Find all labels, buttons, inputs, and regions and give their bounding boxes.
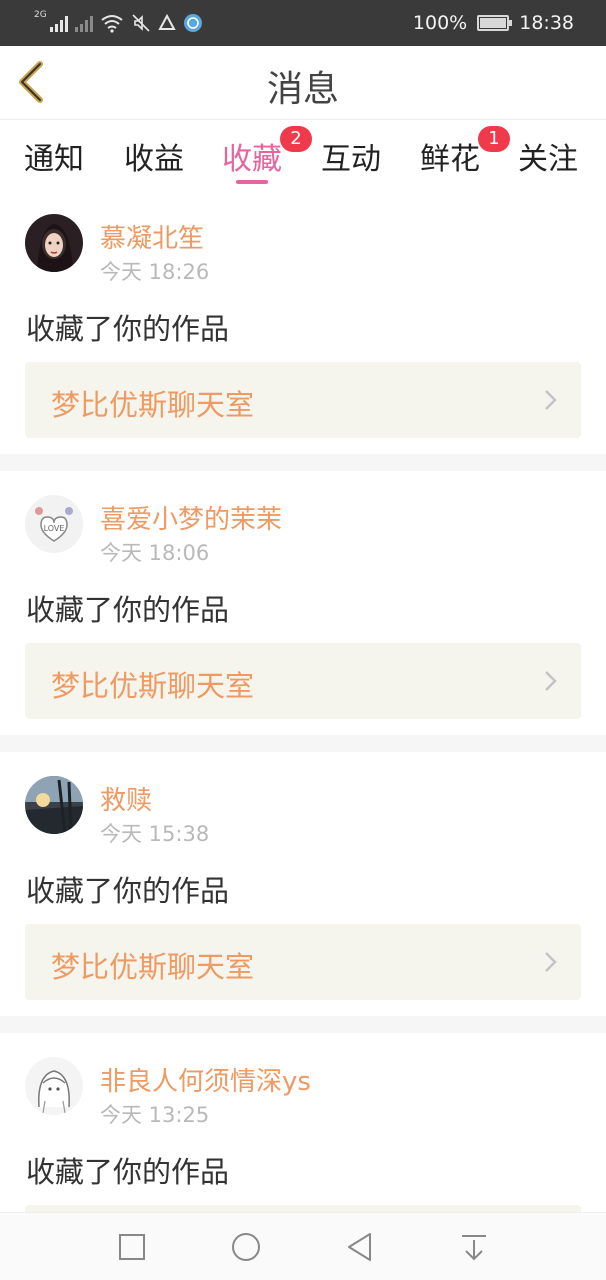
work-link[interactable]: 梦比优斯聊天室 — [25, 643, 581, 719]
recent-apps-square-icon — [119, 1234, 145, 1260]
wifi-icon — [101, 15, 123, 33]
alert-icon — [158, 14, 176, 30]
tab-follows[interactable]: 关注 — [518, 134, 578, 178]
action-text: 收藏了你的作品 — [26, 593, 230, 627]
chevron-right-icon — [545, 671, 557, 691]
tab-interactions[interactable]: 互动 — [321, 134, 381, 178]
timestamp: 今天 15:38 — [100, 822, 210, 846]
tab-favorites[interactable]: 收藏 2 — [222, 126, 312, 184]
avatar[interactable] — [25, 776, 83, 834]
tab-bar: 通知 收益 收藏 2 互动 鲜花 1 关注 — [0, 120, 606, 190]
recent-apps-button[interactable] — [112, 1227, 152, 1267]
timestamp: 今天 18:06 — [100, 541, 210, 565]
app-header: 消息 — [0, 46, 606, 120]
tab-label: 互动 — [321, 142, 381, 177]
work-title: 梦比优斯聊天室 — [51, 669, 255, 703]
tab-flowers[interactable]: 鲜花 1 — [420, 126, 510, 178]
notification-pull-down-icon — [462, 1235, 486, 1261]
username[interactable]: 非良人何须情深ys — [100, 1061, 311, 1098]
avatar[interactable] — [25, 214, 83, 272]
list-item: LOVE 喜爱小梦的茉茉 今天 18:06 收藏了你的作品 梦比优斯聊天室 — [0, 471, 606, 735]
timestamp: 今天 18:26 — [100, 260, 210, 284]
action-text: 收藏了你的作品 — [26, 312, 230, 346]
status-right: 100% 18:38 — [413, 10, 574, 36]
message-list: 慕凝北笙 今天 18:26 收藏了你的作品 梦比优斯聊天室 LOVE 喜爱小梦的… — [0, 190, 606, 1280]
list-item: 慕凝北笙 今天 18:26 收藏了你的作品 梦比优斯聊天室 — [0, 190, 606, 454]
signal-icon — [49, 14, 68, 32]
status-bar: 2G 100% 18:38 — [0, 0, 606, 46]
chevron-right-icon — [545, 390, 557, 410]
divider — [0, 735, 606, 752]
work-title: 梦比优斯聊天室 — [51, 388, 255, 422]
compass-app-icon — [183, 14, 202, 32]
notification-pull-button[interactable] — [454, 1227, 494, 1267]
tab-label: 鲜花 — [420, 142, 480, 177]
divider — [0, 454, 606, 471]
system-nav-bar — [0, 1212, 606, 1280]
avatar[interactable]: LOVE — [25, 495, 83, 553]
unread-badge: 2 — [280, 126, 312, 152]
action-text: 收藏了你的作品 — [26, 1155, 230, 1189]
work-link[interactable]: 梦比优斯聊天室 — [25, 924, 581, 1000]
divider — [0, 1016, 606, 1033]
active-tab-indicator — [236, 180, 268, 184]
avatar[interactable] — [25, 1057, 83, 1115]
tab-earnings[interactable]: 收益 — [124, 134, 184, 178]
tab-notifications[interactable]: 通知 — [24, 134, 84, 178]
home-circle-icon — [232, 1233, 260, 1261]
svg-text:LOVE: LOVE — [44, 524, 65, 533]
tab-label: 通知 — [24, 142, 84, 177]
list-item: 救赎 今天 15:38 收藏了你的作品 梦比优斯聊天室 — [0, 752, 606, 1016]
battery-icon — [477, 15, 513, 31]
username[interactable]: 慕凝北笙 — [100, 218, 204, 255]
unread-badge: 1 — [478, 126, 510, 152]
work-title: 梦比优斯聊天室 — [51, 950, 255, 984]
signal-no-sim-icon — [74, 14, 93, 32]
tab-label: 关注 — [518, 142, 578, 177]
battery-percent: 100% — [412, 12, 468, 34]
chevron-right-icon — [545, 952, 557, 972]
page-title: 消息 — [266, 69, 339, 110]
back-nav-button[interactable] — [340, 1227, 380, 1267]
work-link[interactable]: 梦比优斯聊天室 — [25, 362, 581, 438]
username[interactable]: 救赎 — [100, 780, 152, 817]
mute-icon — [132, 14, 150, 32]
timestamp: 今天 13:25 — [100, 1103, 210, 1127]
status-left-icons: 2G — [34, 10, 203, 36]
network-type-label: 2G — [34, 10, 47, 20]
action-text: 收藏了你的作品 — [26, 874, 230, 908]
username[interactable]: 喜爱小梦的茉茉 — [100, 499, 282, 536]
home-button[interactable] — [226, 1227, 266, 1267]
clock: 18:38 — [519, 12, 574, 34]
tab-label: 收益 — [124, 142, 184, 177]
tab-label: 收藏 — [222, 142, 282, 177]
back-triangle-icon — [348, 1233, 371, 1261]
